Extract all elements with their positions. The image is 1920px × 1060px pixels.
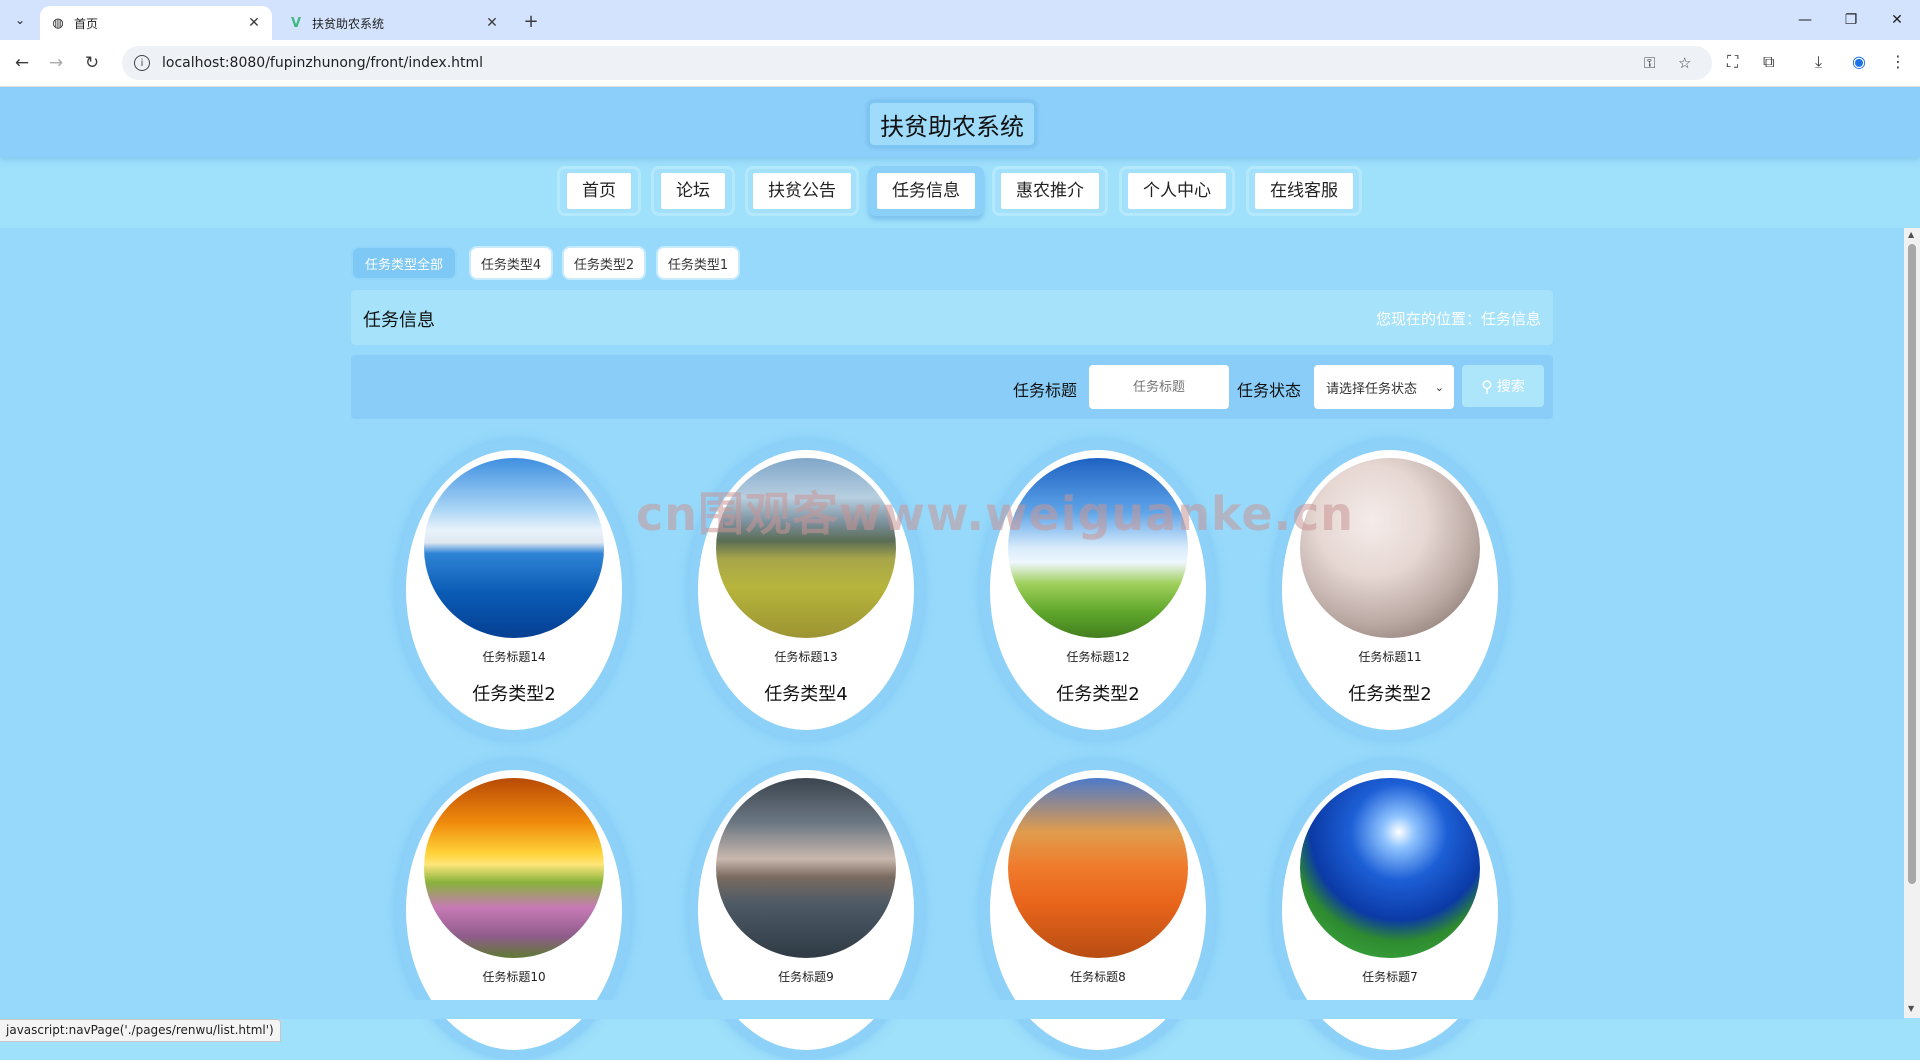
url-text: localhost:8080/fupinzhunong/front/index.… — [162, 55, 484, 71]
nav-item-announcement[interactable]: 扶贫公告 — [745, 166, 859, 216]
search-title-label: 任务标题 — [1013, 381, 1078, 400]
site-header: 扶贫助农系统 — [0, 87, 1920, 157]
reload-button[interactable]: ↻ — [78, 49, 106, 77]
profile-icon[interactable]: ◉ — [1852, 52, 1866, 71]
browser-tab-system[interactable]: V 扶贫助农系统 ✕ — [278, 6, 510, 40]
category-all[interactable]: 任务类型全部 — [351, 246, 457, 280]
close-window-button[interactable]: ✕ — [1874, 6, 1920, 34]
vue-logo-icon: V — [290, 15, 302, 31]
task-title: 任务标题13 — [774, 650, 838, 664]
crop-icon[interactable]: ⛶ — [1727, 52, 1738, 72]
nav-item-home[interactable]: 首页 — [557, 166, 641, 216]
task-title: 任务标题7 — [1362, 970, 1418, 984]
nav-label: 惠农推介 — [1001, 173, 1099, 209]
search-status-label: 任务状态 — [1237, 381, 1302, 400]
section-title-bar: 任务信息 您现在的位置：任务信息 — [351, 290, 1553, 345]
address-bar[interactable]: i localhost:8080/fupinzhunong/front/inde… — [122, 46, 1712, 80]
breadcrumb: 您现在的位置：任务信息 — [1375, 310, 1541, 328]
site-title: 扶贫助农系统 — [868, 101, 1036, 147]
tab-title: 扶贫助农系统 — [312, 16, 385, 31]
category-type-1[interactable]: 任务类型1 — [656, 246, 740, 280]
close-icon: ✕ — [1891, 12, 1903, 28]
download-icon[interactable]: ⤓ — [1815, 52, 1822, 72]
section-title: 任务信息 — [363, 310, 435, 331]
arrow-left-icon: ← — [14, 53, 30, 73]
password-key-icon[interactable]: ⚿ — [1644, 54, 1655, 72]
tab-title: 首页 — [74, 16, 99, 31]
search-button-label: 搜索 — [1496, 379, 1525, 395]
task-image[interactable] — [424, 458, 604, 638]
task-card-inner: 任务标题14 任务类型2 — [406, 450, 622, 730]
task-type: 任务类型2 — [1056, 684, 1140, 705]
bookmark-star-icon[interactable]: ☆ — [1678, 54, 1691, 72]
search-icon: ⚲ — [1481, 376, 1493, 396]
nav-label: 在线客服 — [1255, 173, 1353, 209]
scrollbar-thumb[interactable] — [1908, 244, 1916, 884]
site-info-icon[interactable]: i — [134, 55, 150, 71]
reload-icon: ↻ — [84, 53, 100, 73]
link-status-tooltip: javascript:navPage('./pages/renwu/list.h… — [0, 1019, 281, 1042]
search-button[interactable]: ⚲ 搜索 — [1462, 365, 1544, 407]
browser-tab-home[interactable]: ◍ 首页 ✕ — [40, 6, 272, 40]
back-button[interactable]: ← — [8, 49, 36, 77]
task-type: 任务类型4 — [764, 684, 848, 705]
content-area — [0, 228, 1905, 1018]
task-image[interactable] — [1300, 778, 1480, 958]
browser-tabstrip: ⌄ ◍ 首页 ✕ V 扶贫助农系统 ✕ + — ❐ ✕ — [0, 0, 1920, 40]
more-menu-icon[interactable]: ⋮ — [1890, 52, 1906, 71]
chevron-down-icon: ⌄ — [14, 13, 26, 27]
new-tab-button[interactable]: + — [520, 10, 542, 32]
nav-item-forum[interactable]: 论坛 — [651, 166, 735, 216]
nav-item-profile[interactable]: 个人中心 — [1119, 166, 1235, 216]
tab-search-button[interactable]: ⌄ — [8, 8, 32, 32]
page-scrollbar[interactable]: ▲ ▼ — [1904, 228, 1920, 1018]
task-title: 任务标题9 — [778, 970, 834, 984]
main-nav: 首页 论坛 扶贫公告 任务信息 惠农推介 个人中心 在线客服 — [0, 160, 1920, 230]
content-clip — [0, 1000, 1904, 1019]
close-icon[interactable]: ✕ — [244, 13, 264, 33]
nav-item-tasks[interactable]: 任务信息 — [868, 166, 984, 216]
task-title: 任务标题10 — [482, 970, 546, 984]
extensions-icon[interactable]: ⧉ — [1763, 52, 1774, 72]
nav-label: 论坛 — [661, 173, 725, 209]
task-type: 任务类型2 — [472, 684, 556, 705]
restore-icon: ❐ — [1844, 12, 1858, 28]
nav-label: 首页 — [567, 173, 631, 209]
plus-icon: + — [523, 10, 539, 32]
nav-item-promotion[interactable]: 惠农推介 — [992, 166, 1108, 216]
watermark-text: cn围观客www.weiguanke.cn — [636, 487, 1355, 541]
category-type-4[interactable]: 任务类型4 — [469, 246, 553, 280]
task-card[interactable]: 任务标题14 任务类型2 — [396, 440, 632, 740]
restore-button[interactable]: ❐ — [1828, 6, 1874, 34]
task-title: 任务标题14 — [482, 650, 546, 664]
scroll-down-icon[interactable]: ▼ — [1908, 1004, 1914, 1013]
task-title: 任务标题11 — [1358, 650, 1422, 664]
search-bar: 任务标题 任务状态 请选择任务状态 ⌄ ⚲ 搜索 — [351, 355, 1553, 419]
task-title: 任务标题8 — [1070, 970, 1126, 984]
scroll-up-icon[interactable]: ▲ — [1908, 230, 1914, 239]
category-type-2[interactable]: 任务类型2 — [562, 246, 646, 280]
task-image[interactable] — [716, 778, 896, 958]
browser-toolbar: ← → ↻ i localhost:8080/fupinzhunong/fron… — [0, 40, 1920, 87]
status-select[interactable]: 请选择任务状态 ⌄ — [1314, 365, 1454, 409]
forward-button[interactable]: → — [42, 49, 70, 77]
nav-item-customer-service[interactable]: 在线客服 — [1246, 166, 1362, 216]
chevron-down-icon: ⌄ — [1434, 380, 1444, 394]
close-icon[interactable]: ✕ — [482, 13, 502, 33]
nav-label: 任务信息 — [877, 173, 975, 209]
arrow-right-icon: → — [48, 53, 64, 73]
task-image[interactable] — [1008, 778, 1188, 958]
task-image[interactable] — [424, 778, 604, 958]
search-title-input[interactable] — [1089, 365, 1229, 409]
minimize-button[interactable]: — — [1782, 6, 1828, 34]
task-type: 任务类型2 — [1348, 684, 1432, 705]
globe-icon: ◍ — [52, 15, 64, 31]
task-title: 任务标题12 — [1066, 650, 1130, 664]
minimize-icon: — — [1798, 12, 1812, 28]
status-select-value: 请选择任务状态 — [1326, 381, 1418, 397]
nav-label: 个人中心 — [1128, 173, 1226, 209]
nav-label: 扶贫公告 — [753, 173, 851, 209]
